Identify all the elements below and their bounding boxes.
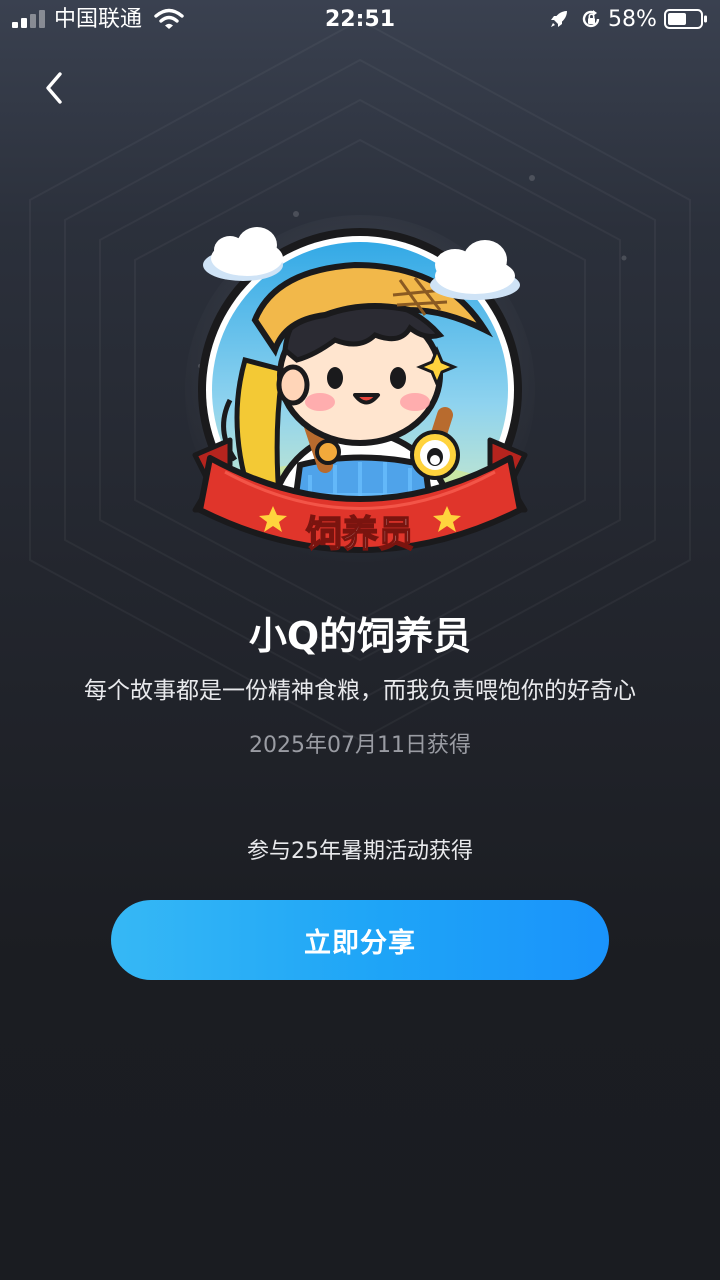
status-bar: 中国联通 22:51 58% — [0, 0, 720, 40]
achievement-title: 小Q的饲养员 — [248, 614, 472, 658]
battery-percent: 58% — [608, 7, 657, 32]
battery-icon — [664, 9, 707, 29]
badge-banner-text: 饲养员 — [306, 513, 414, 555]
rocket-icon — [551, 11, 567, 27]
status-time: 22:51 — [324, 7, 396, 32]
share-button[interactable]: 立即分享 — [111, 900, 609, 980]
cloud-left — [203, 227, 283, 281]
back-button[interactable] — [30, 62, 78, 114]
badge-illustration: 饲养员 — [185, 215, 535, 565]
carrier-name: 中国联通 — [54, 7, 143, 32]
orientation-lock-icon — [582, 10, 600, 28]
share-button-label: 立即分享 — [304, 927, 416, 959]
achievement-source: 参与25年暑期活动获得 — [247, 839, 473, 864]
achievement-description: 每个故事都是一份精神食粮，而我负责喂饱你的好奇心 — [84, 678, 636, 704]
chevron-left-icon — [46, 72, 62, 104]
wifi-icon — [154, 8, 184, 29]
achievement-date: 2025年07月11日获得 — [249, 733, 471, 758]
achievement-screen: 中国联通 22:51 58% 饲养员 小Q的饲养员 每个故事都是一份精神食粮，而… — [0, 0, 720, 1280]
signal-icon — [12, 10, 45, 28]
